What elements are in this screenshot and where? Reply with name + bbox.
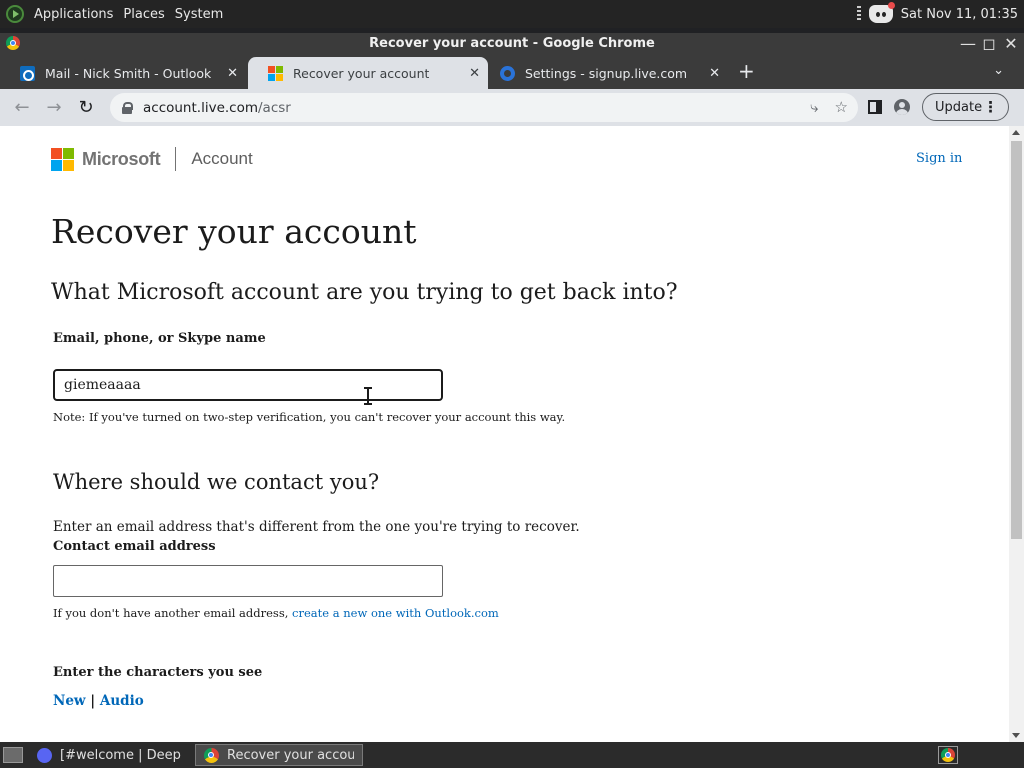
tab-search-chevron-down-icon[interactable]: ⌄ xyxy=(993,63,1004,78)
text-cursor-icon xyxy=(364,387,372,405)
tab-strip: Mail - Nick Smith - Outlook ✕ Recover yo… xyxy=(0,55,1024,89)
browser-toolbar: ← → ↻ account.live.com/acsr ⤷ ☆ Update ⋮ xyxy=(0,89,1024,126)
sign-in-link[interactable]: Sign in xyxy=(916,151,962,166)
discord-icon xyxy=(37,747,52,763)
window-titlebar[interactable]: Recover your account - Google Chrome — ◻… xyxy=(0,33,1024,55)
microsoft-logo-icon[interactable] xyxy=(51,147,74,171)
captcha-separator: | xyxy=(85,693,100,709)
taskbar-item-discord[interactable]: [#welcome | Deep R... xyxy=(29,744,189,766)
back-arrow-icon[interactable]: ← xyxy=(6,97,38,118)
new-tab-plus-icon[interactable]: + xyxy=(738,60,755,82)
update-button[interactable]: Update ⋮ xyxy=(922,93,1010,121)
alt-email-note: If you don't have another email address,… xyxy=(53,606,499,620)
maximize-icon[interactable]: ◻ xyxy=(982,33,996,55)
page-scrollbar[interactable] xyxy=(1009,126,1024,742)
chrome-icon xyxy=(6,36,20,50)
captcha-label: Enter the characters you see xyxy=(53,665,263,680)
outlook-icon xyxy=(20,65,35,81)
scroll-up-arrow-icon[interactable] xyxy=(1012,130,1020,135)
two-step-note: Note: If you've turned on two-step verif… xyxy=(53,410,566,424)
tab-close-icon[interactable]: ✕ xyxy=(469,66,480,81)
ms-account-header: Microsoft Account xyxy=(51,147,253,171)
email-phone-skype-input[interactable]: giemeaaaa xyxy=(53,369,443,401)
tab-settings-signup[interactable]: Settings - signup.live.com ✕ xyxy=(480,57,728,89)
tab-label: Settings - signup.live.com xyxy=(525,65,688,81)
tab-recover-account[interactable]: Recover your account ✕ xyxy=(248,57,488,89)
minimize-icon[interactable]: — xyxy=(960,33,976,55)
tab-close-icon[interactable]: ✕ xyxy=(227,66,238,81)
chrome-icon xyxy=(204,747,219,763)
profile-avatar-icon[interactable] xyxy=(894,99,910,115)
captcha-new-link[interactable]: New xyxy=(53,693,86,709)
update-label: Update xyxy=(935,99,983,115)
captcha-links: New | Audio xyxy=(53,693,144,709)
tab-label: Mail - Nick Smith - Outlook xyxy=(45,65,212,81)
header-divider xyxy=(175,147,177,171)
taskbar-item-chrome[interactable]: Recover your accoun... xyxy=(195,744,363,766)
url-host: account.live.com xyxy=(143,99,258,116)
email-field-label: Email, phone, or Skype name xyxy=(53,331,266,346)
clock[interactable]: Sat Nov 11, 01:35 xyxy=(901,7,1018,22)
tray-chrome-icon[interactable] xyxy=(938,746,958,764)
menu-applications[interactable]: Applications xyxy=(34,7,113,22)
microsoft-icon xyxy=(268,65,283,81)
lock-icon[interactable] xyxy=(122,101,133,114)
address-bar[interactable]: account.live.com/acsr ⤷ ☆ xyxy=(110,93,858,122)
reload-icon[interactable]: ↻ xyxy=(70,97,102,118)
close-window-icon[interactable]: ✕ xyxy=(1004,33,1018,55)
tab-label: Recover your account xyxy=(293,65,430,81)
create-outlook-link[interactable]: create a new one with Outlook.com xyxy=(292,606,499,620)
tray-separator-icon xyxy=(856,6,861,22)
discord-tray-icon[interactable] xyxy=(868,2,895,23)
contact-heading: Where should we contact you? xyxy=(53,470,380,494)
contact-help-text: Enter an email address that's different … xyxy=(53,519,580,535)
window-title: Recover your account - Google Chrome xyxy=(369,36,655,51)
tab-close-icon[interactable]: ✕ xyxy=(709,66,720,81)
contact-email-input[interactable] xyxy=(53,565,443,597)
scroll-down-arrow-icon[interactable] xyxy=(1012,733,1020,738)
account-question-heading: What Microsoft account are you trying to… xyxy=(51,280,678,305)
taskbar-item-label: Recover your accoun... xyxy=(227,747,354,763)
share-icon[interactable]: ⤷ xyxy=(810,98,818,116)
desktop-taskbar: [#welcome | Deep R... Recover your accou… xyxy=(0,742,1024,768)
show-desktop-icon[interactable] xyxy=(3,747,23,763)
forward-arrow-icon[interactable]: → xyxy=(38,97,70,118)
menu-system[interactable]: System xyxy=(175,7,223,22)
distro-logo-icon[interactable] xyxy=(6,5,24,23)
gear-icon xyxy=(500,65,515,81)
taskbar-item-label: [#welcome | Deep R... xyxy=(60,747,181,763)
account-section-title[interactable]: Account xyxy=(191,149,252,169)
tab-outlook-mail[interactable]: Mail - Nick Smith - Outlook ✕ xyxy=(0,57,246,89)
page-content: Microsoft Account Sign in Recover your a… xyxy=(0,126,1009,742)
alt-email-note-text: If you don't have another email address, xyxy=(53,606,293,620)
captcha-audio-link[interactable]: Audio xyxy=(100,693,144,709)
kebab-menu-icon[interactable]: ⋮ xyxy=(983,98,998,116)
bookmark-star-icon[interactable]: ☆ xyxy=(835,98,848,116)
side-panel-icon[interactable] xyxy=(868,100,882,114)
menu-places[interactable]: Places xyxy=(123,7,164,22)
url-path: /acsr xyxy=(258,99,291,116)
microsoft-wordmark[interactable]: Microsoft xyxy=(82,149,161,170)
desktop-top-panel: Applications Places System Sat Nov 11, 0… xyxy=(0,0,1024,28)
contact-email-label: Contact email address xyxy=(53,539,216,554)
scrollbar-thumb[interactable] xyxy=(1011,141,1022,539)
page-title: Recover your account xyxy=(51,212,417,251)
notification-dot xyxy=(887,2,895,9)
